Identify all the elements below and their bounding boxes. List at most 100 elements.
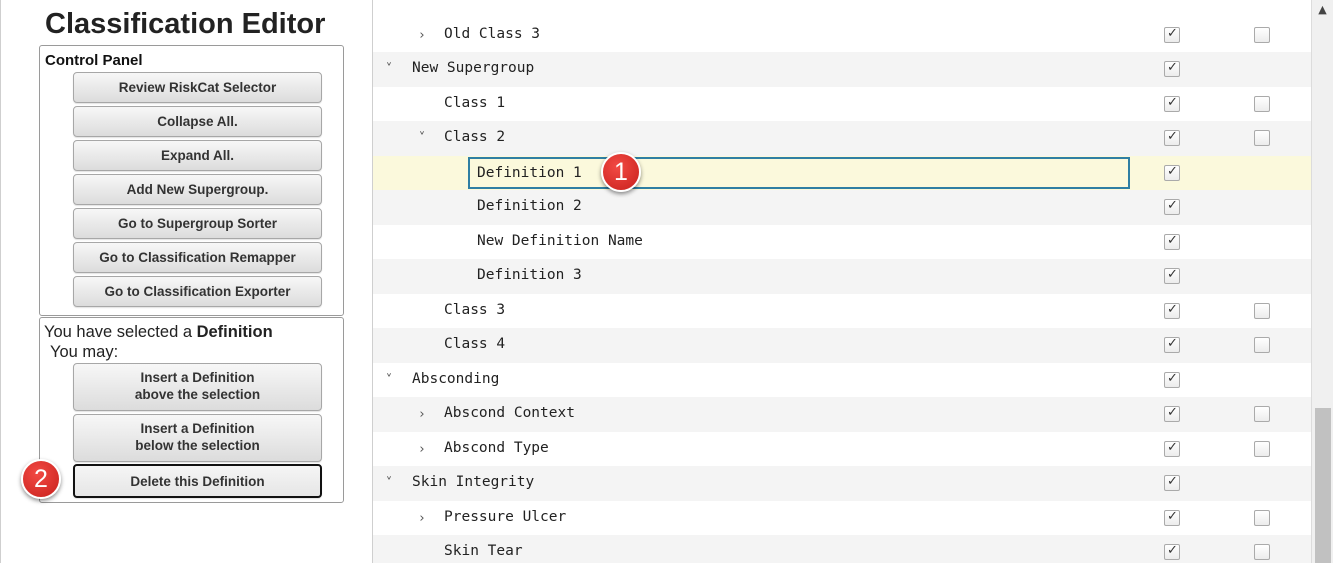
supergroup-sorter-button[interactable]: Go to Supergroup Sorter bbox=[73, 208, 322, 239]
review-riskcat-selector-button[interactable]: Review RiskCat Selector bbox=[73, 72, 322, 103]
checkmark-icon: ✓ bbox=[1167, 198, 1178, 213]
tree-row-label: Class 1 bbox=[444, 94, 506, 111]
insert-above-line2: above the selection bbox=[134, 387, 261, 402]
tree-row[interactable]: Class 3 ✓ bbox=[373, 294, 1311, 329]
tree-row[interactable]: › Abscond Context ✓ bbox=[373, 397, 1311, 432]
selection-panel: You have selected a Definition You may: … bbox=[39, 317, 344, 503]
checkmark-icon: ✓ bbox=[1167, 301, 1178, 317]
active-checkbox[interactable]: ✓ bbox=[1164, 370, 1180, 388]
active-checkbox[interactable]: ✓ bbox=[1164, 198, 1180, 215]
collapse-chevron-icon[interactable]: ˅ bbox=[415, 131, 429, 146]
collapse-all-button[interactable]: Collapse All. bbox=[73, 106, 322, 137]
expand-chevron-icon[interactable]: › bbox=[415, 407, 429, 422]
selection-prefix: You have selected a bbox=[44, 323, 197, 341]
tree-row-label: Definition 1 bbox=[477, 164, 582, 181]
tree-row-label: Pressure Ulcer bbox=[444, 508, 567, 525]
tree-row-label: Skin Integrity bbox=[412, 474, 535, 490]
collapse-chevron-icon[interactable]: ˅ bbox=[382, 62, 396, 77]
active-checkbox[interactable]: ✓ bbox=[1164, 267, 1180, 284]
active-checkbox[interactable]: ✓ bbox=[1164, 405, 1180, 422]
tree-row[interactable]: Class 4 ✓ bbox=[373, 328, 1311, 363]
checkmark-icon: ✓ bbox=[1167, 439, 1178, 455]
tree-row-label: Class 2 bbox=[444, 129, 506, 145]
tree-row[interactable]: Definition 2 ✓ bbox=[373, 190, 1311, 225]
tree-row[interactable]: › Abscond Type ✓ bbox=[373, 432, 1311, 467]
active-checkbox[interactable]: ✓ bbox=[1164, 543, 1180, 560]
tree-row-label: Class 4 bbox=[444, 336, 506, 352]
secondary-checkbox[interactable] bbox=[1254, 544, 1270, 560]
collapse-chevron-icon[interactable]: ˅ bbox=[382, 373, 396, 388]
expand-chevron-icon[interactable]: › bbox=[415, 511, 429, 526]
active-checkbox[interactable]: ✓ bbox=[1164, 60, 1180, 77]
secondary-checkbox[interactable] bbox=[1254, 26, 1270, 43]
tree-row-label: Class 3 bbox=[444, 301, 506, 318]
tree-row[interactable]: › Pressure Ulcer ✓ bbox=[373, 501, 1311, 536]
checkmark-icon: ✓ bbox=[1167, 474, 1178, 489]
checkmark-icon: ✓ bbox=[1167, 267, 1178, 282]
expand-chevron-icon[interactable]: › bbox=[415, 442, 429, 457]
expand-all-button[interactable]: Expand All. bbox=[73, 140, 322, 171]
checkmark-icon: ✓ bbox=[1167, 370, 1178, 386]
tree-row-label: Absconding bbox=[412, 370, 500, 387]
active-checkbox[interactable]: ✓ bbox=[1164, 508, 1180, 526]
control-panel-heading: Control Panel bbox=[45, 52, 143, 69]
tree-row[interactable]: ˅ Skin Integrity ✓ bbox=[373, 466, 1311, 501]
active-checkbox[interactable]: ✓ bbox=[1164, 301, 1180, 319]
vertical-scrollbar[interactable]: ▲ bbox=[1311, 0, 1333, 563]
active-checkbox[interactable]: ✓ bbox=[1164, 129, 1180, 146]
secondary-checkbox[interactable] bbox=[1254, 440, 1270, 457]
active-checkbox[interactable]: ✓ bbox=[1164, 95, 1180, 112]
active-checkbox[interactable]: ✓ bbox=[1164, 474, 1180, 491]
secondary-checkbox[interactable] bbox=[1254, 302, 1270, 319]
control-panel: Control Panel Review RiskCat Selector Co… bbox=[39, 45, 344, 316]
tree-row-label: Definition 2 bbox=[477, 198, 582, 214]
tree-row[interactable]: ˅ Absconding ✓ bbox=[373, 363, 1311, 398]
scroll-up-arrow-icon[interactable]: ▲ bbox=[1312, 0, 1333, 20]
active-checkbox[interactable]: ✓ bbox=[1164, 163, 1180, 181]
active-checkbox[interactable]: ✓ bbox=[1164, 26, 1180, 43]
secondary-checkbox[interactable] bbox=[1254, 509, 1270, 526]
active-checkbox[interactable]: ✓ bbox=[1164, 439, 1180, 457]
scrollbar-thumb[interactable] bbox=[1315, 408, 1331, 563]
expand-chevron-icon[interactable]: › bbox=[415, 28, 429, 43]
tree-row[interactable]: Skin Tear ✓ bbox=[373, 535, 1311, 563]
selection-type: Definition bbox=[196, 323, 273, 341]
checkmark-icon: ✓ bbox=[1167, 508, 1178, 524]
checkmark-icon: ✓ bbox=[1167, 543, 1178, 558]
insert-below-line1: Insert a Definition bbox=[140, 421, 255, 437]
callout-badge-2: 2 bbox=[21, 459, 61, 499]
tree-row[interactable]: Class 1 ✓ bbox=[373, 87, 1311, 122]
delete-definition-button[interactable]: Delete this Definition bbox=[73, 464, 322, 498]
classification-remapper-button[interactable]: Go to Classification Remapper bbox=[73, 242, 322, 273]
classification-exporter-button[interactable]: Go to Classification Exporter bbox=[73, 276, 322, 307]
tree-row[interactable]: ˅ New Supergroup ✓ bbox=[373, 52, 1311, 87]
tree-row-label: Definition 3 bbox=[477, 267, 582, 283]
collapse-chevron-icon[interactable]: ˅ bbox=[382, 476, 396, 491]
page-title: Classification Editor bbox=[45, 8, 326, 40]
definition-name-input[interactable]: Definition 1 bbox=[468, 156, 1130, 189]
selection-may-label: You may: bbox=[50, 343, 119, 361]
checkmark-icon: ✓ bbox=[1167, 232, 1178, 248]
secondary-checkbox[interactable] bbox=[1254, 130, 1270, 146]
active-checkbox[interactable]: ✓ bbox=[1164, 232, 1180, 250]
tree-row[interactable]: New Definition Name ✓ bbox=[373, 225, 1311, 260]
insert-definition-below-button[interactable]: Insert a Definition below the selection bbox=[73, 414, 322, 462]
tree-row[interactable]: ˅ Class 2 ✓ bbox=[373, 121, 1311, 156]
checkmark-icon: ✓ bbox=[1167, 405, 1178, 420]
secondary-checkbox[interactable] bbox=[1254, 406, 1270, 422]
tree-row-label: Old Class 3 bbox=[444, 25, 541, 42]
insert-definition-above-button[interactable]: Insert a Definition above the selection bbox=[73, 363, 322, 411]
checkmark-icon: ✓ bbox=[1167, 60, 1178, 75]
checkmark-icon: ✓ bbox=[1167, 336, 1178, 351]
insert-above-line1: Insert a Definition bbox=[140, 370, 255, 386]
secondary-checkbox[interactable] bbox=[1254, 337, 1270, 353]
tree-row[interactable]: › Old Class 3 ✓ bbox=[373, 18, 1311, 53]
tree-row[interactable]: Definition 3 ✓ bbox=[373, 259, 1311, 294]
tree-row[interactable]: Definition 1 ✓ bbox=[373, 155, 1311, 190]
callout-badge-1: 1 bbox=[601, 152, 641, 192]
add-new-supergroup-button[interactable]: Add New Supergroup. bbox=[73, 174, 322, 205]
selection-summary: You have selected a Definition bbox=[44, 323, 273, 342]
checkmark-icon: ✓ bbox=[1167, 163, 1178, 179]
active-checkbox[interactable]: ✓ bbox=[1164, 336, 1180, 353]
secondary-checkbox[interactable] bbox=[1254, 95, 1270, 112]
